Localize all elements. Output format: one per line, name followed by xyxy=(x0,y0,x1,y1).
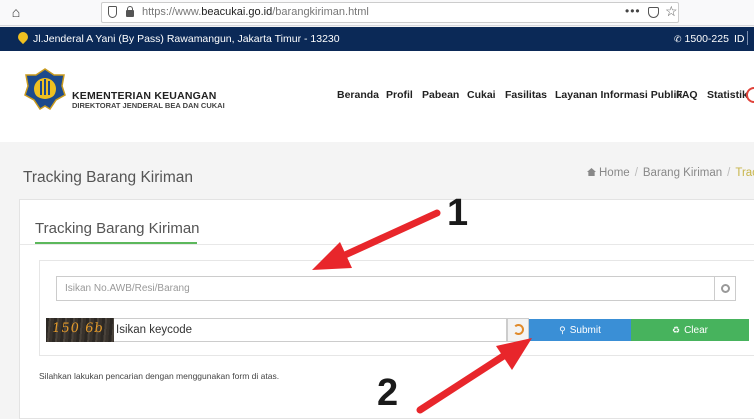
captcha-text: 150 6b xyxy=(50,321,105,336)
breadcrumb-barang-kiriman[interactable]: Barang Kiriman xyxy=(643,167,722,179)
captcha-image: 150 6b xyxy=(46,318,114,342)
page-actions-menu-icon[interactable]: ••• xyxy=(625,4,641,18)
address-text: Jl.Jenderal A Yani (By Pass) Rawamangun,… xyxy=(33,33,340,45)
home-icon[interactable]: ⌂ xyxy=(8,4,24,20)
breadcrumb-separator: / xyxy=(634,167,638,179)
search-icon: ⚲ xyxy=(559,325,566,335)
site-topbar: Jl.Jenderal A Yani (By Pass) Rawamangun,… xyxy=(0,27,754,51)
submit-button[interactable]: ⚲ Submit xyxy=(529,319,631,341)
phone-text: 1500-225 xyxy=(684,33,729,45)
brand-subtitle: DIREKTORAT JENDERAL BEA DAN CUKAI xyxy=(72,101,225,110)
language-switch[interactable]: ID xyxy=(734,33,745,45)
divider xyxy=(747,31,748,45)
recycle-icon: ♻ xyxy=(672,325,681,335)
nav-statistik[interactable]: Statistik xyxy=(707,89,748,101)
nav-profil[interactable]: Profil xyxy=(386,89,413,101)
map-pin-icon xyxy=(15,29,31,45)
home-breadcrumb-icon xyxy=(587,168,596,176)
lock-icon[interactable] xyxy=(126,6,134,17)
nav-cukai[interactable]: Cukai xyxy=(467,89,496,101)
browser-toolbar: ⌂ https://www.beacukai.go.id/barangkirim… xyxy=(0,0,754,26)
nav-fasilitas[interactable]: Fasilitas xyxy=(505,89,547,101)
awb-input-addon xyxy=(714,276,736,301)
address-bar[interactable]: https://www.beacukai.go.id/barangkiriman… xyxy=(101,2,679,23)
pocket-icon[interactable] xyxy=(648,7,659,18)
kemenkeu-logo-icon[interactable] xyxy=(23,67,67,111)
breadcrumb: Home / Barang Kiriman / Track xyxy=(587,167,754,179)
site-header: KEMENTERIAN KEUANGAN DIREKTORAT JENDERAL… xyxy=(0,51,754,142)
page-title-band: Tracking Barang Kiriman Home / Barang Kiri… xyxy=(0,143,754,193)
keycode-input[interactable] xyxy=(114,318,507,342)
clear-label: Clear xyxy=(684,325,708,336)
phone-number[interactable]: ✆ 1500-225 xyxy=(674,33,729,45)
bookmark-star-icon[interactable]: ☆ xyxy=(665,3,678,20)
tracking-shield-icon[interactable] xyxy=(108,6,117,18)
divider xyxy=(20,244,754,245)
gear-icon xyxy=(721,284,730,293)
refresh-captcha-button[interactable] xyxy=(507,318,529,342)
card-title: Tracking Barang Kiriman xyxy=(35,220,200,237)
info-message: Silahkan lakukan pencarian dengan menggu… xyxy=(39,371,280,381)
submit-label: Submit xyxy=(569,325,601,336)
url-text[interactable]: https://www.beacukai.go.id/barangkiriman… xyxy=(142,6,369,18)
phone-icon: ✆ xyxy=(674,34,682,44)
annotation-label-2: 2 xyxy=(377,372,399,414)
page-title: Tracking Barang Kiriman xyxy=(23,169,193,186)
breadcrumb-current: Track xyxy=(735,167,754,179)
breadcrumb-home[interactable]: Home xyxy=(599,167,630,179)
nav-layanan-informasi-publik[interactable]: Layanan Informasi Publik xyxy=(555,89,682,101)
refresh-icon xyxy=(513,324,524,335)
nav-beranda[interactable]: Beranda xyxy=(337,89,379,101)
annotation-label-1: 1 xyxy=(447,192,469,234)
breadcrumb-separator: / xyxy=(727,167,731,179)
clear-button[interactable]: ♻ Clear xyxy=(631,319,749,341)
nav-faq[interactable]: FAQ xyxy=(676,89,698,101)
nav-pabean[interactable]: Pabean xyxy=(422,89,459,101)
awb-input[interactable] xyxy=(56,276,715,301)
